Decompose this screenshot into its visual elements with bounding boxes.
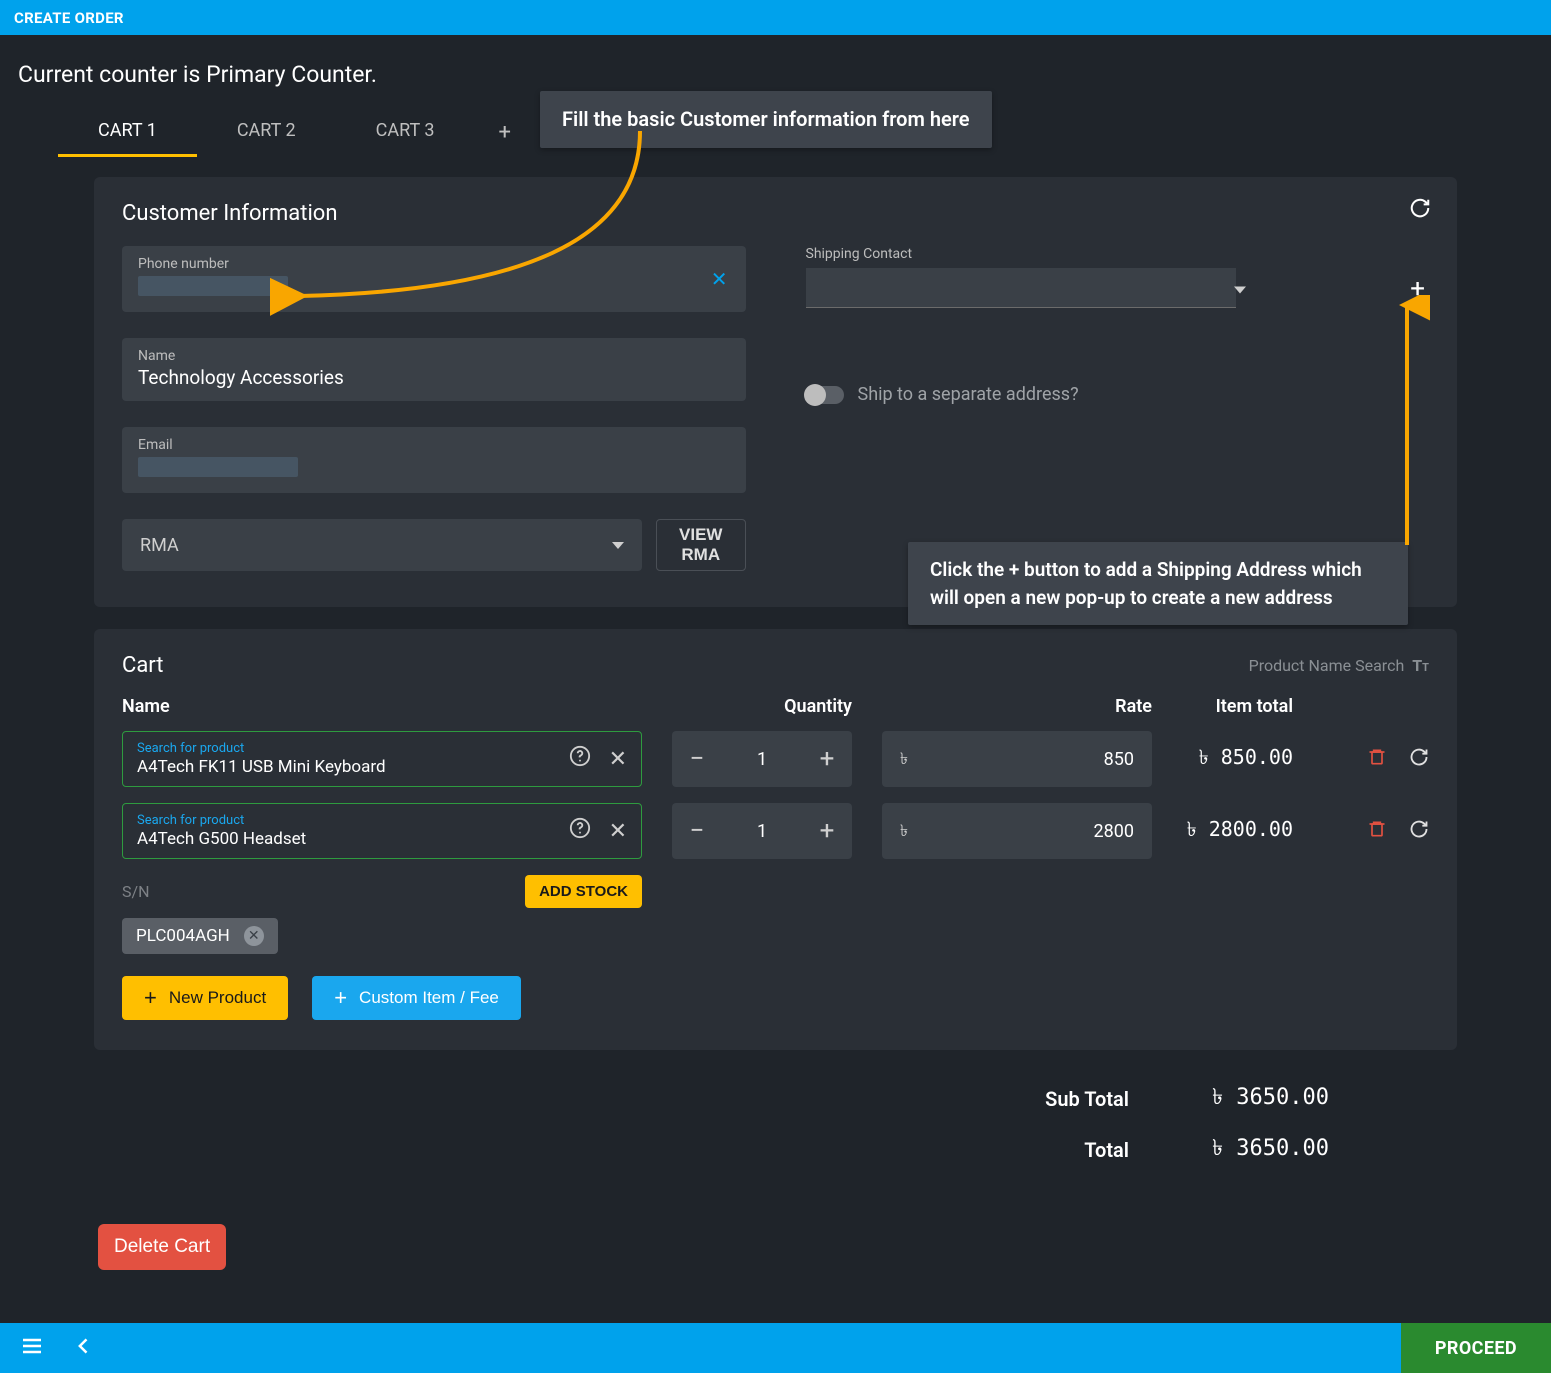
subtotal-value: ৳ 3650.00 [1189,1080,1329,1117]
subtotal-label: Sub Total [989,1087,1129,1111]
phone-field[interactable]: Phone number ✕ [122,246,746,312]
qty-value[interactable]: 1 [757,821,767,842]
qty-decrement[interactable]: − [684,816,710,846]
tab-cart-3[interactable]: CART 3 [336,110,475,155]
tab-cart-1[interactable]: CART 1 [58,110,197,155]
product-name: A4Tech FK11 USB Mini Keyboard [137,757,569,777]
new-product-button[interactable]: + New Product [122,976,288,1020]
shipping-contact-input[interactable] [806,268,1236,308]
rate-value: 850 [1104,749,1134,770]
menu-icon[interactable] [20,1334,44,1362]
top-bar: CREATE ORDER [0,0,1551,35]
remove-serial-icon[interactable]: ✕ [244,926,264,946]
serial-number-section: S/N ADD STOCK [122,875,642,908]
qty-increment[interactable]: + [814,744,840,774]
currency-icon: ৳ [900,746,908,773]
qty-value[interactable]: 1 [757,749,767,770]
refresh-row-icon[interactable] [1409,747,1429,771]
quantity-stepper: − 1 + [672,731,852,787]
custom-item-label: Custom Item / Fee [359,988,499,1008]
cart-row: Search for product A4Tech G500 Headset ✕… [122,803,1429,859]
customer-right-column: Shipping Contact + Ship to a separate ad… [806,246,1430,571]
help-icon[interactable] [569,817,591,845]
rma-select[interactable]: RMA [122,519,642,571]
cart-column-headers: Name Quantity Rate Item total [122,696,1429,717]
delete-row-icon[interactable] [1367,746,1387,772]
add-stock-button[interactable]: ADD STOCK [525,875,642,908]
col-item-total: Item total [1182,696,1299,717]
cart-row: Search for product A4Tech FK11 USB Mini … [122,731,1429,787]
delete-row-icon[interactable] [1367,818,1387,844]
qty-decrement[interactable]: − [684,744,710,774]
custom-item-button[interactable]: + Custom Item / Fee [312,976,521,1020]
rma-label: RMA [140,535,179,556]
callout-customer-info: Fill the basic Customer information from… [540,91,992,148]
new-product-label: New Product [169,988,266,1008]
quantity-stepper: − 1 + [672,803,852,859]
refresh-icon[interactable] [1409,197,1431,223]
proceed-button[interactable]: PROCEED [1401,1323,1551,1373]
totals-section: Sub Total ৳ 3650.00 Total ৳ 3650.00 [94,1080,1457,1168]
shipping-contact-label: Shipping Contact [806,246,1377,262]
email-label: Email [138,437,730,453]
serial-chip: PLC004AGH ✕ [122,918,278,954]
product-search-field[interactable]: Search for product A4Tech FK11 USB Mini … [122,731,642,787]
email-field[interactable]: Email [122,427,746,493]
rate-input[interactable]: ৳ 850 [882,731,1152,787]
total-label: Total [989,1138,1129,1162]
product-search-label: Search for product [137,814,569,827]
qty-increment[interactable]: + [814,816,840,846]
phone-label: Phone number [138,256,730,272]
add-shipping-address-button[interactable]: + [1390,276,1429,308]
clear-phone-icon[interactable]: ✕ [711,267,728,291]
back-icon[interactable] [74,1334,94,1362]
plus-icon: + [144,987,157,1009]
clear-product-icon[interactable]: ✕ [609,747,627,772]
ship-separate-label: Ship to a separate address? [858,384,1079,405]
tab-cart-2[interactable]: CART 2 [197,110,336,155]
text-format-icon: TT [1412,656,1429,675]
currency-icon: ৳ [900,818,908,845]
callout-shipping-address: Click the + button to add a Shipping Add… [908,542,1408,625]
col-name: Name [122,696,642,717]
name-field[interactable]: Name Technology Accessories [122,338,746,401]
view-rma-button[interactable]: VIEW RMA [656,519,746,571]
product-name: A4Tech G500 Headset [137,829,569,849]
sn-label: S/N [122,882,150,901]
col-quantity: Quantity [672,696,852,717]
rate-input[interactable]: ৳ 2800 [882,803,1152,859]
chevron-down-icon [612,542,624,549]
bottom-bar: PROCEED [0,1323,1551,1373]
delete-cart-button[interactable]: Delete Cart [98,1224,226,1270]
cart-title: Cart [122,653,163,678]
refresh-row-icon[interactable] [1409,819,1429,843]
chevron-down-icon [1234,287,1246,294]
email-value-redacted [138,457,298,477]
clear-product-icon[interactable]: ✕ [609,819,627,844]
name-value: Technology Accessories [138,366,730,389]
item-total: ৳ 850.00 [1182,743,1299,776]
product-name-search-label: Product Name Search [1249,656,1405,675]
serial-chip-value: PLC004AGH [136,926,230,946]
name-label: Name [138,348,730,364]
counter-text: Current counter is Primary Counter. [18,61,1533,88]
col-rate: Rate [882,696,1152,717]
product-search-field[interactable]: Search for product A4Tech G500 Headset ✕ [122,803,642,859]
total-value: ৳ 3650.00 [1189,1131,1329,1168]
add-cart-tab[interactable]: + [474,122,534,144]
item-total: ৳ 2800.00 [1182,815,1299,848]
customer-info-title: Customer Information [122,201,1429,226]
product-name-search-toggle[interactable]: Product Name Search TT [1249,656,1429,675]
plus-icon: + [334,987,347,1009]
cart-card: Cart Product Name Search TT Name Quantit… [94,629,1457,1050]
page-title: CREATE ORDER [14,9,124,27]
help-icon[interactable] [569,745,591,773]
rate-value: 2800 [1094,821,1134,842]
phone-value-redacted [138,276,288,296]
customer-left-column: Phone number ✕ Name Technology Accessori… [122,246,746,571]
ship-separate-toggle[interactable] [806,386,844,404]
product-search-label: Search for product [137,742,569,755]
page-body: Current counter is Primary Counter. CART… [0,35,1551,1270]
